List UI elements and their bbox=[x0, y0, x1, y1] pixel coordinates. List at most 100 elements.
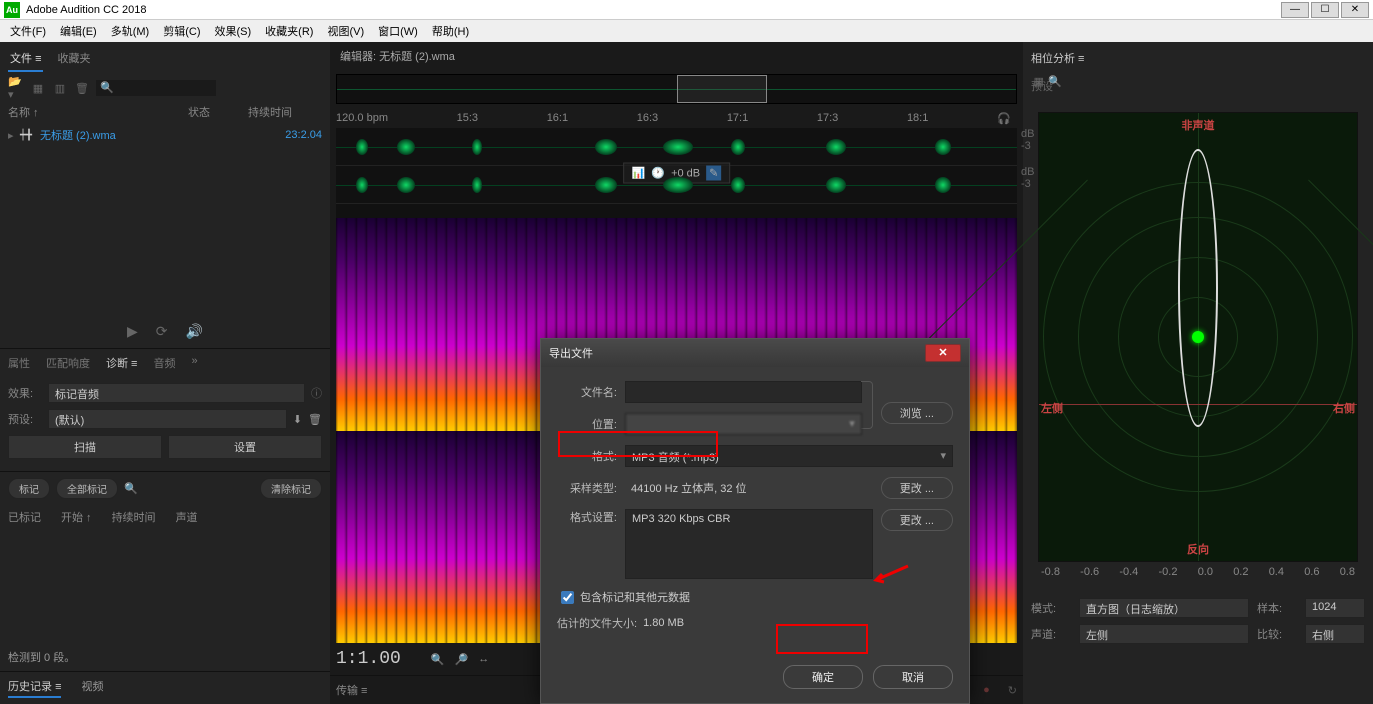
mark-button[interactable]: 标记 bbox=[8, 478, 50, 499]
loop-icon[interactable]: ⟳ bbox=[156, 323, 168, 340]
new-multitrack-icon[interactable]: ▥ bbox=[52, 80, 68, 96]
overview-selection[interactable] bbox=[677, 75, 767, 103]
settings-button[interactable]: 设置 bbox=[168, 435, 322, 459]
marker-col-channel[interactable]: 声道 bbox=[176, 509, 198, 525]
window-minimize-button[interactable]: — bbox=[1281, 2, 1309, 18]
waveform-icon: ┿╋ bbox=[20, 130, 40, 141]
location-select[interactable] bbox=[625, 413, 862, 435]
skip-button[interactable]: ↻ bbox=[1008, 684, 1017, 697]
tab-diagnostics[interactable]: 诊断 ≡ bbox=[106, 355, 137, 371]
zoom-icon[interactable]: 🔍 bbox=[1048, 75, 1062, 88]
file-search-input[interactable] bbox=[96, 80, 216, 96]
formatsettings-label: 格式设置: bbox=[557, 509, 625, 525]
change-format-button[interactable]: 更改 ... bbox=[881, 509, 953, 531]
file-duration: 23:2.04 bbox=[262, 129, 322, 141]
phase-samples-select[interactable]: 1024 bbox=[1305, 598, 1365, 618]
transfer-label[interactable]: 传输 ≡ bbox=[336, 682, 367, 698]
mark-all-button[interactable]: 全部标记 bbox=[56, 478, 118, 499]
right-panel: 相位分析 ≡ 预设 非声道 左侧 右侧 反向 bbox=[1023, 42, 1373, 704]
phase-label-left: 左侧 bbox=[1041, 400, 1063, 416]
dialog-close-button[interactable]: ✕ bbox=[925, 344, 961, 362]
col-name[interactable]: 名称 ↑ bbox=[8, 104, 188, 120]
phase-panel-title[interactable]: 相位分析 ≡ bbox=[1031, 50, 1365, 72]
zoom-fit-icon[interactable]: ↔ bbox=[478, 653, 489, 665]
tab-loudness[interactable]: 匹配响度 bbox=[46, 355, 90, 371]
overview-track[interactable]: 🔍 ▦ bbox=[336, 74, 1017, 104]
menu-multitrack[interactable]: 多轨(M) bbox=[105, 21, 156, 41]
time-display: 1:1.00 bbox=[336, 649, 401, 669]
include-markers-checkbox[interactable] bbox=[561, 591, 574, 604]
waveform-display[interactable]: dB-3 L 📊 🕐 +0 dB ✎ dB-3 R bbox=[336, 128, 1017, 218]
editor-tab[interactable]: 编辑器: 无标题 (2).wma bbox=[330, 42, 1023, 70]
menu-edit[interactable]: 编辑(E) bbox=[54, 21, 103, 41]
delete-preset-icon[interactable]: 🗑 bbox=[308, 413, 322, 426]
include-markers-label: 包含标记和其他元数据 bbox=[580, 589, 690, 605]
menu-favorites[interactable]: 收藏夹(R) bbox=[259, 21, 319, 41]
record-button[interactable]: ● bbox=[983, 684, 990, 696]
tab-more[interactable]: » bbox=[191, 355, 197, 371]
tab-history[interactable]: 历史记录 ≡ bbox=[8, 678, 61, 698]
col-duration[interactable]: 持续时间 bbox=[248, 104, 308, 120]
phase-compare-select[interactable]: 右侧 bbox=[1305, 624, 1365, 644]
file-row[interactable]: ▸ ┿╋ 无标题 (2).wma 23:2.04 bbox=[0, 124, 330, 146]
timeline-ruler[interactable]: 120.0 bpm 15:3 16:1 16:3 17:1 17:3 18:1 … bbox=[330, 108, 1023, 128]
metronome-icon[interactable]: 🎧 bbox=[997, 112, 1017, 125]
file-list-header: 名称 ↑ 状态 持续时间 bbox=[0, 100, 330, 124]
marker-col-start[interactable]: 开始 ↑ bbox=[61, 509, 92, 525]
phase-label-right: 右侧 bbox=[1333, 400, 1355, 416]
preset-select[interactable]: (默认) bbox=[48, 409, 287, 429]
phase-channel-select[interactable]: 左侧 bbox=[1079, 624, 1249, 644]
tab-favorites[interactable]: 收藏夹 bbox=[55, 46, 92, 72]
window-maximize-button[interactable]: ☐ bbox=[1311, 2, 1339, 18]
expand-icon[interactable]: ▸ bbox=[8, 129, 20, 142]
clear-marks-button[interactable]: 清除标记 bbox=[260, 478, 322, 499]
change-sampletype-button[interactable]: 更改 ... bbox=[881, 477, 953, 499]
marker-search-icon[interactable]: 🔍 bbox=[124, 482, 138, 495]
phase-preset[interactable]: 预设 bbox=[1031, 72, 1365, 112]
menu-effects[interactable]: 效果(S) bbox=[209, 21, 258, 41]
menu-clip[interactable]: 剪辑(C) bbox=[157, 21, 206, 41]
window-close-button[interactable]: ✕ bbox=[1341, 2, 1369, 18]
tab-audio[interactable]: 音频 bbox=[153, 355, 175, 371]
menu-window[interactable]: 窗口(W) bbox=[372, 21, 424, 41]
tab-video[interactable]: 视频 bbox=[81, 678, 103, 698]
phase-scope[interactable]: 非声道 左侧 右侧 反向 bbox=[1038, 112, 1358, 562]
format-label: 格式: bbox=[557, 448, 625, 464]
delete-icon[interactable]: 🗑 bbox=[74, 80, 90, 96]
phase-channel-label: 声道: bbox=[1031, 626, 1071, 642]
dialog-title-bar[interactable]: 导出文件 ✕ bbox=[541, 339, 969, 367]
marker-col-duration[interactable]: 持续时间 bbox=[112, 509, 156, 525]
preset-label: 预设: bbox=[8, 411, 42, 427]
save-preset-icon[interactable]: ⬇ bbox=[293, 413, 302, 426]
cancel-button[interactable]: 取消 bbox=[873, 665, 953, 689]
tab-files[interactable]: 文件 ≡ bbox=[8, 46, 43, 72]
phase-mode-select[interactable]: 直方图（日志缩放） bbox=[1079, 598, 1249, 618]
location-label: 位置: bbox=[557, 416, 625, 432]
open-file-icon[interactable]: 📂▾ bbox=[8, 80, 24, 96]
formatsettings-value: MP3 320 Kbps CBR bbox=[625, 509, 873, 579]
menu-view[interactable]: 视图(V) bbox=[321, 21, 370, 41]
zoom-out-icon[interactable]: 🔍 bbox=[431, 653, 445, 666]
view-icon[interactable]: ▦ bbox=[1034, 75, 1044, 88]
ok-button[interactable]: 确定 bbox=[783, 665, 863, 689]
menu-file[interactable]: 文件(F) bbox=[4, 21, 52, 41]
scan-button[interactable]: 扫描 bbox=[8, 435, 162, 459]
phase-dot bbox=[1192, 331, 1204, 343]
marker-col-marked[interactable]: 已标记 bbox=[8, 509, 41, 525]
col-status[interactable]: 状态 bbox=[188, 104, 248, 120]
autoplay-icon[interactable]: 🔊 bbox=[186, 323, 203, 340]
menu-help[interactable]: 帮助(H) bbox=[426, 21, 475, 41]
phase-label-top: 非声道 bbox=[1182, 117, 1215, 133]
effect-select[interactable]: 标记音频 bbox=[48, 383, 305, 403]
browse-button[interactable]: 浏览 ... bbox=[881, 402, 953, 424]
info-icon[interactable]: ⓘ bbox=[311, 385, 322, 401]
format-select[interactable]: MP3 音频 (*.mp3) bbox=[625, 445, 953, 467]
zoom-in-icon[interactable]: 🔎 bbox=[455, 653, 469, 666]
effect-label: 效果: bbox=[8, 385, 42, 401]
filename-input[interactable] bbox=[625, 381, 862, 403]
tab-properties[interactable]: 属性 bbox=[8, 355, 30, 371]
filesize-value: 1.80 MB bbox=[643, 617, 684, 629]
record-icon[interactable]: ▦ bbox=[30, 80, 46, 96]
play-icon[interactable]: ▶ bbox=[127, 323, 138, 340]
sampletype-value: 44100 Hz 立体声, 32 位 bbox=[625, 477, 873, 499]
